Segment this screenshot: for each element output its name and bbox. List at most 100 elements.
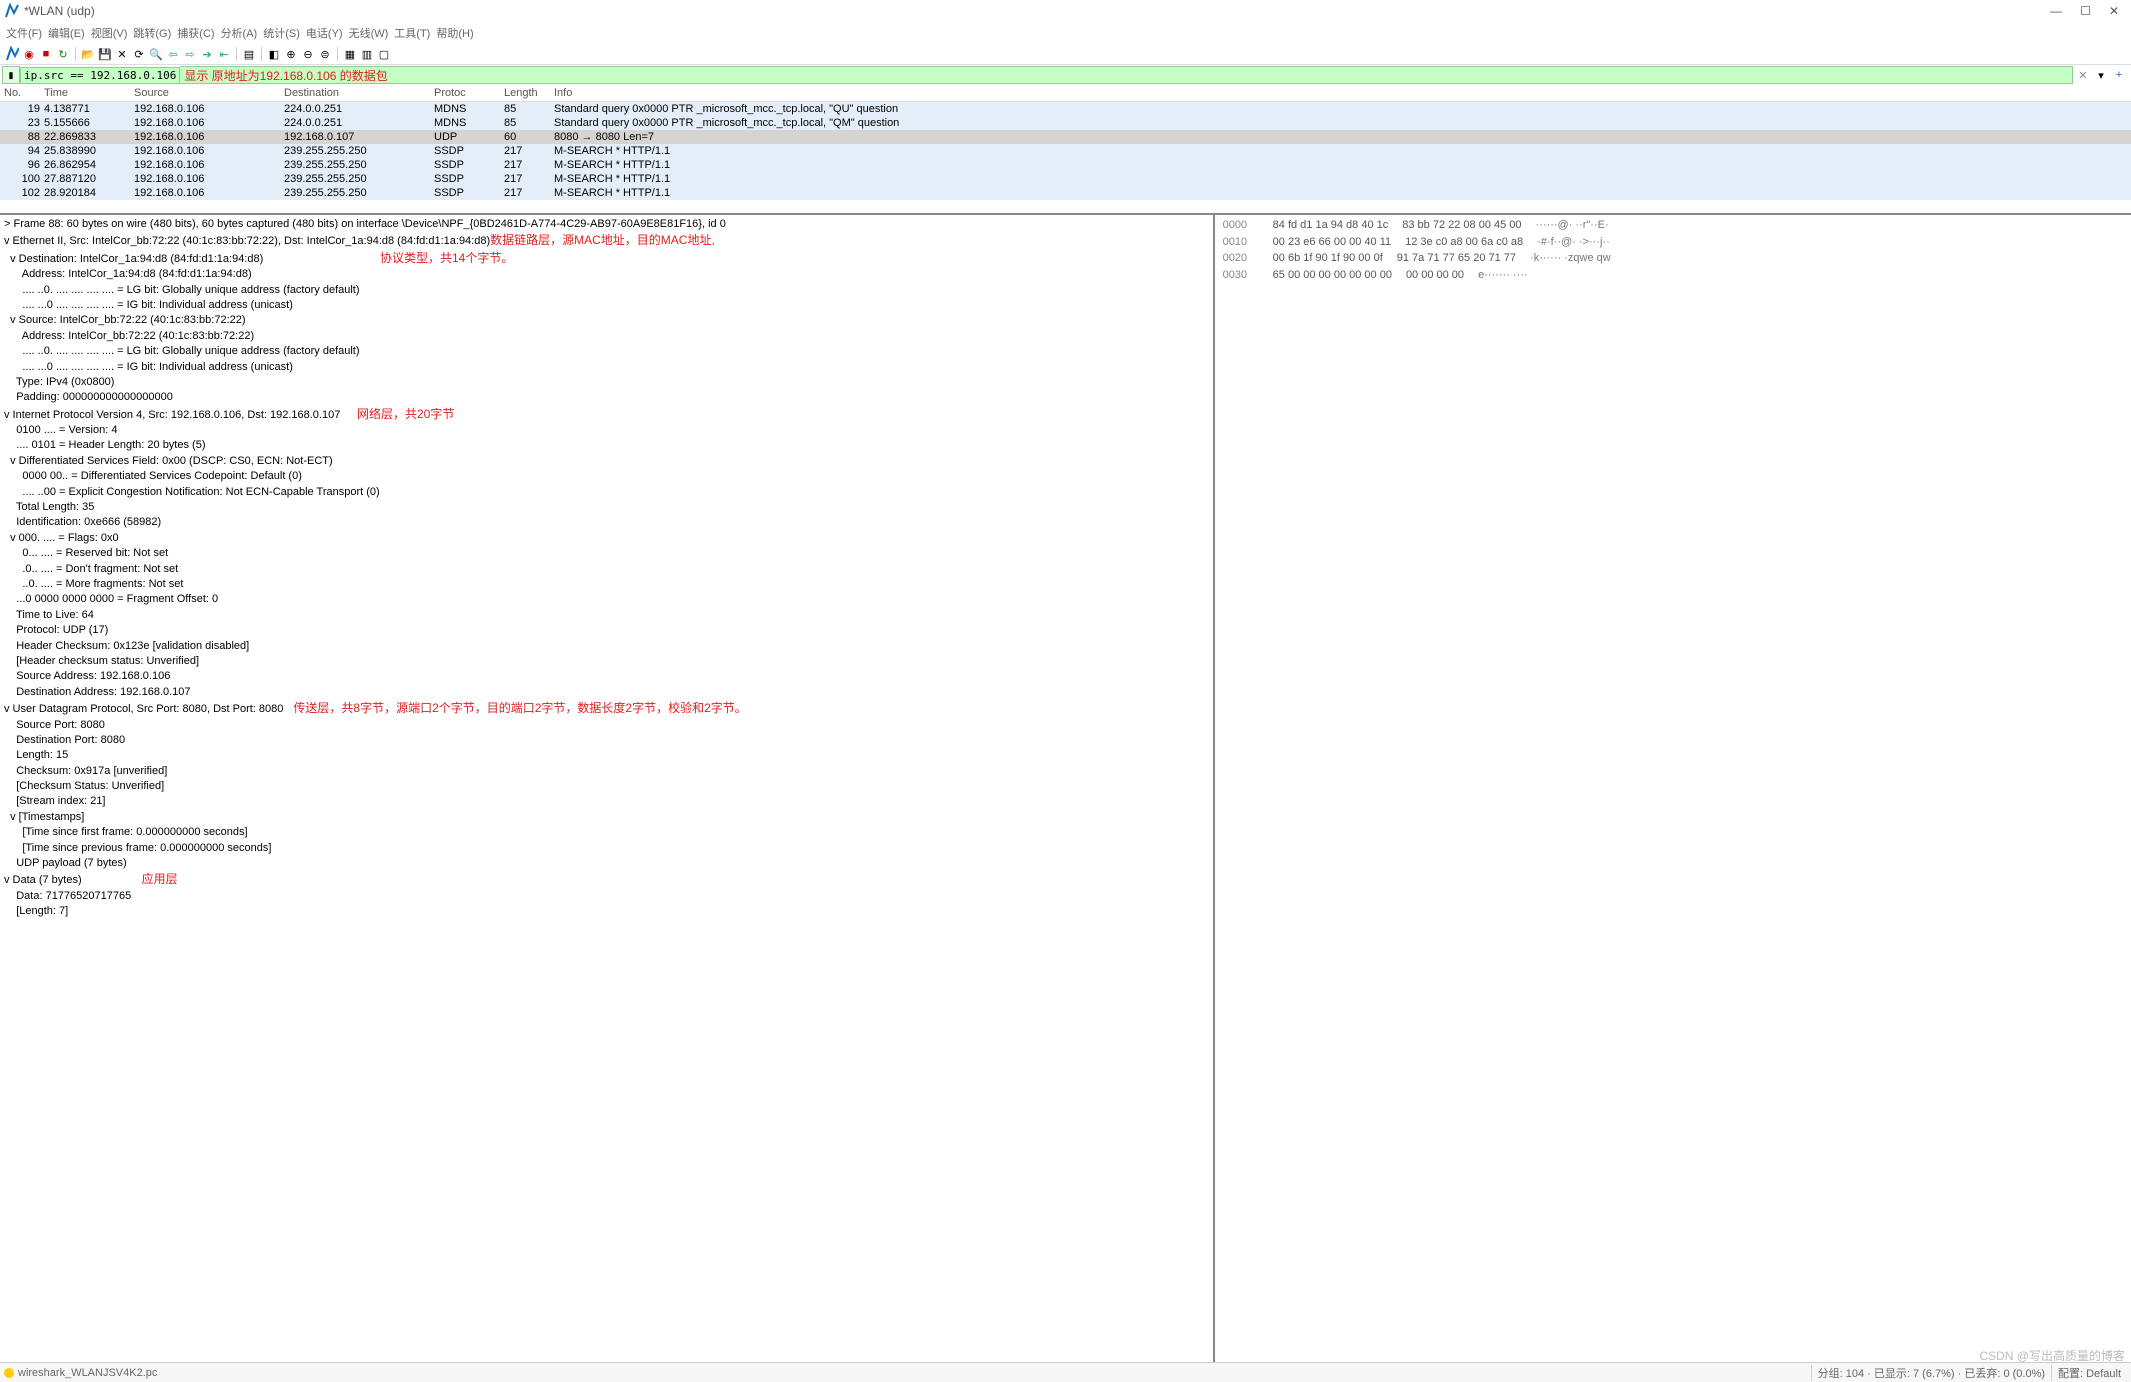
tree-line[interactable]: ..0. .... = More fragments: Not set — [4, 577, 1209, 592]
menu-item[interactable]: 捕获(C) — [175, 24, 216, 42]
tree-line[interactable]: Source Port: 8080 — [4, 718, 1209, 733]
expert-info-icon[interactable] — [4, 1368, 14, 1378]
menu-item[interactable]: 编辑(E) — [46, 24, 87, 42]
prev-icon[interactable]: ⇦ — [165, 46, 181, 62]
column-header[interactable]: No. — [2, 86, 42, 100]
capture-start-icon[interactable] — [4, 46, 20, 62]
tree-line[interactable]: Destination Address: 192.168.0.107 — [4, 685, 1209, 700]
packet-bytes-pane[interactable]: 000084 fd d1 1a 94 d8 40 1c83 bb 72 22 0… — [1215, 215, 2131, 1377]
menu-item[interactable]: 工具(T) — [392, 24, 432, 42]
status-profile[interactable]: 配置: Default — [2051, 1365, 2127, 1381]
packet-row[interactable]: 10228.920184192.168.0.106239.255.255.250… — [0, 186, 2131, 200]
packet-details-pane[interactable]: > Frame 88: 60 bytes on wire (480 bits),… — [0, 215, 1215, 1377]
next-icon[interactable]: ⇨ — [182, 46, 198, 62]
tree-line[interactable]: v Data (7 bytes) 应用层 — [4, 871, 1209, 888]
filter-clear-icon[interactable]: ✕ — [2075, 67, 2091, 83]
tree-line[interactable]: Type: IPv4 (0x0800) — [4, 375, 1209, 390]
capture-options-icon[interactable]: ↻ — [55, 46, 71, 62]
column-header[interactable]: Destination — [282, 86, 432, 100]
reload-icon[interactable]: ⟳ — [131, 46, 147, 62]
hex-row[interactable]: 002000 6b 1f 90 1f 90 00 0f91 7a 71 77 6… — [1223, 250, 2123, 267]
tree-line[interactable]: [Header checksum status: Unverified] — [4, 654, 1209, 669]
column-header[interactable]: Source — [132, 86, 282, 100]
menu-item[interactable]: 文件(F) — [4, 24, 44, 42]
tree-line[interactable]: 0000 00.. = Differentiated Services Code… — [4, 469, 1209, 484]
menu-item[interactable]: 统计(S) — [261, 24, 302, 42]
tree-line[interactable]: v Destination: IntelCor_1a:94:d8 (84:fd:… — [4, 250, 1209, 267]
tree-line[interactable]: .0.. .... = Don't fragment: Not set — [4, 562, 1209, 577]
goto-icon[interactable]: ➔ — [199, 46, 215, 62]
display-filter-icon[interactable]: ▮ — [2, 66, 20, 84]
tree-line[interactable]: UDP payload (7 bytes) — [4, 856, 1209, 871]
tree-line[interactable]: Checksum: 0x917a [unverified] — [4, 764, 1209, 779]
menu-item[interactable]: 电话(Y) — [304, 24, 345, 42]
colorize-icon[interactable]: ◧ — [266, 46, 282, 62]
tree-line[interactable]: v Ethernet II, Src: IntelCor_bb:72:22 (4… — [4, 232, 1209, 249]
capture-stop-icon[interactable]: ◉ — [21, 46, 37, 62]
tree-line[interactable]: .... ..00 = Explicit Congestion Notifica… — [4, 485, 1209, 500]
close-file-icon[interactable]: ✕ — [114, 46, 130, 62]
tree-line[interactable]: v User Datagram Protocol, Src Port: 8080… — [4, 700, 1209, 717]
menu-item[interactable]: 帮助(H) — [434, 24, 475, 42]
zoom-out-icon[interactable]: ⊖ — [300, 46, 316, 62]
tree-line[interactable]: Address: IntelCor_bb:72:22 (40:1c:83:bb:… — [4, 329, 1209, 344]
packet-row[interactable]: 194.138771192.168.0.106224.0.0.251MDNS85… — [0, 102, 2131, 116]
tree-line[interactable]: .... ...0 .... .... .... .... = IG bit: … — [4, 360, 1209, 375]
close-button[interactable]: ✕ — [2109, 4, 2119, 18]
menu-item[interactable]: 视图(V) — [89, 24, 130, 42]
tree-line[interactable]: .... ..0. .... .... .... .... = LG bit: … — [4, 283, 1209, 298]
tree-line[interactable]: v [Timestamps] — [4, 810, 1209, 825]
tree-line[interactable]: Padding: 000000000000000000 — [4, 390, 1209, 405]
menu-item[interactable]: 无线(W) — [347, 24, 391, 42]
first-icon[interactable]: ⇤ — [216, 46, 232, 62]
maximize-button[interactable]: ☐ — [2080, 4, 2091, 18]
tree-line[interactable]: v 000. .... = Flags: 0x0 — [4, 531, 1209, 546]
tree-line[interactable]: Protocol: UDP (17) — [4, 623, 1209, 638]
filter-toolbar-icon[interactable]: ▥ — [359, 46, 375, 62]
menu-item[interactable]: 分析(A) — [219, 24, 260, 42]
packet-row[interactable]: 9626.862954192.168.0.106239.255.255.250S… — [0, 158, 2131, 172]
tree-line[interactable]: .... ..0. .... .... .... .... = LG bit: … — [4, 344, 1209, 359]
tree-line[interactable]: v Internet Protocol Version 4, Src: 192.… — [4, 406, 1209, 423]
resize-columns-icon[interactable]: ▦ — [342, 46, 358, 62]
filter-add-icon[interactable]: + — [2111, 67, 2127, 83]
packet-list[interactable]: No.TimeSourceDestinationProtocLengthInfo… — [0, 85, 2131, 215]
tree-line[interactable]: Data: 71776520717765 — [4, 889, 1209, 904]
minimize-button[interactable]: — — [2050, 4, 2062, 18]
menu-item[interactable]: 跳转(G) — [131, 24, 173, 42]
auto-scroll-icon[interactable]: ▤ — [241, 46, 257, 62]
tree-line[interactable]: ...0 0000 0000 0000 = Fragment Offset: 0 — [4, 592, 1209, 607]
filter-bg[interactable]: 显示 原地址为192.168.0.106 的数据包 — [180, 66, 2073, 84]
packet-row[interactable]: 10027.887120192.168.0.106239.255.255.250… — [0, 172, 2131, 186]
tree-line[interactable]: 0... .... = Reserved bit: Not set — [4, 546, 1209, 561]
packet-row[interactable]: 235.155666192.168.0.106224.0.0.251MDNS85… — [0, 116, 2131, 130]
tree-line[interactable]: v Differentiated Services Field: 0x00 (D… — [4, 454, 1209, 469]
tree-line[interactable]: .... ...0 .... .... .... .... = IG bit: … — [4, 298, 1209, 313]
tree-line[interactable]: [Time since first frame: 0.000000000 sec… — [4, 825, 1209, 840]
packet-row[interactable]: 8822.869833192.168.0.106192.168.0.107UDP… — [0, 130, 2131, 144]
zoom-in-icon[interactable]: ⊕ — [283, 46, 299, 62]
tree-line[interactable]: Length: 15 — [4, 748, 1209, 763]
open-icon[interactable]: 📂 — [80, 46, 96, 62]
hex-row[interactable]: 003065 00 00 00 00 00 00 0000 00 00 00e·… — [1223, 267, 2123, 284]
tree-line[interactable]: 0100 .... = Version: 4 — [4, 423, 1209, 438]
tree-line[interactable]: [Checksum Status: Unverified] — [4, 779, 1209, 794]
capture-restart-icon[interactable]: ■ — [38, 46, 54, 62]
tree-line[interactable]: v Source: IntelCor_bb:72:22 (40:1c:83:bb… — [4, 313, 1209, 328]
tree-line[interactable]: Destination Port: 8080 — [4, 733, 1209, 748]
tree-line[interactable]: Time to Live: 64 — [4, 608, 1209, 623]
tree-line[interactable]: [Time since previous frame: 0.000000000 … — [4, 841, 1209, 856]
tree-line[interactable]: [Length: 7] — [4, 904, 1209, 919]
column-header[interactable]: Protoc — [432, 86, 502, 100]
display-filter-input[interactable]: ip.src == 192.168.0.106 — [20, 67, 180, 84]
tree-line[interactable]: Source Address: 192.168.0.106 — [4, 669, 1209, 684]
tree-line[interactable]: [Stream index: 21] — [4, 794, 1209, 809]
tree-line[interactable]: .... 0101 = Header Length: 20 bytes (5) — [4, 438, 1209, 453]
tree-line[interactable]: Total Length: 35 — [4, 500, 1209, 515]
column-header[interactable]: Length — [502, 86, 552, 100]
tree-line[interactable]: Identification: 0xe666 (58982) — [4, 515, 1209, 530]
tree-line[interactable]: > Frame 88: 60 bytes on wire (480 bits),… — [4, 217, 1209, 232]
find-icon[interactable]: 🔍 — [148, 46, 164, 62]
zoom-reset-icon[interactable]: ⊜ — [317, 46, 333, 62]
tree-line[interactable]: Address: IntelCor_1a:94:d8 (84:fd:d1:1a:… — [4, 267, 1209, 282]
